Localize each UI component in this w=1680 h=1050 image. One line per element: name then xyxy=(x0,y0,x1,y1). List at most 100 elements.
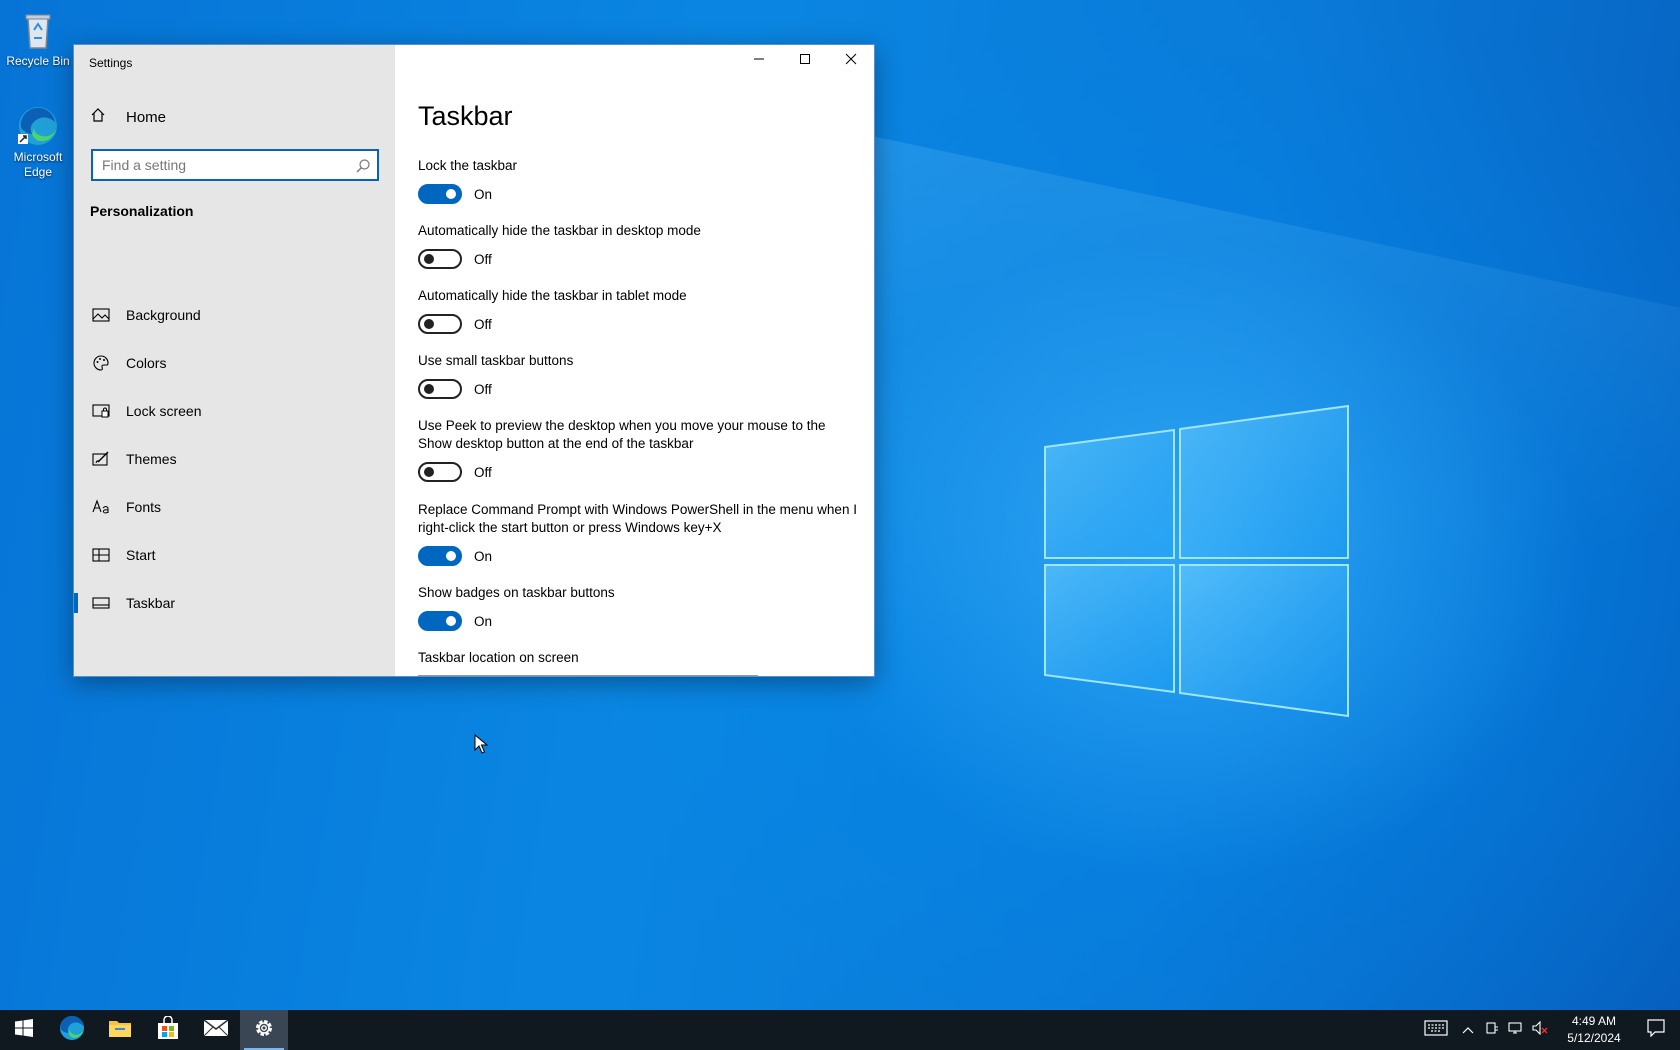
system-tray: 4:49 AM 5/12/2024 xyxy=(1416,1010,1680,1050)
setting-label: Use small taskbar buttons xyxy=(418,353,574,368)
toggle-state: Off xyxy=(474,381,492,397)
toggle-lock-taskbar[interactable] xyxy=(418,184,462,204)
store-icon xyxy=(156,1014,180,1045)
setting-badges: Show badges on taskbar buttons On xyxy=(418,584,858,631)
toggle-small-buttons[interactable] xyxy=(418,379,462,399)
desktop-icon-label: Microsoft Edge xyxy=(13,150,63,179)
nav-item-label: Start xyxy=(126,547,156,563)
start-icon xyxy=(15,1018,33,1042)
desktop-icon-label: Recycle Bin xyxy=(6,54,70,68)
taskbar-file-explorer-button[interactable] xyxy=(96,1010,144,1050)
action-center-button[interactable] xyxy=(1632,1010,1680,1050)
setting-location: Taskbar location on screen xyxy=(418,649,858,667)
taskbar: 4:49 AM 5/12/2024 xyxy=(0,1010,1680,1050)
nav-item-background[interactable]: Background xyxy=(74,291,395,339)
start-button[interactable] xyxy=(0,1010,48,1050)
window-title: Settings xyxy=(89,56,133,70)
toggle-state: On xyxy=(474,186,493,202)
taskbar-store-button[interactable] xyxy=(144,1010,192,1050)
keyboard-icon xyxy=(1424,1019,1448,1041)
setting-label: Lock the taskbar xyxy=(418,158,518,173)
home-link[interactable]: Home xyxy=(90,107,166,127)
notification-icon xyxy=(1647,1018,1665,1042)
toggle-state: On xyxy=(474,548,493,564)
edge-icon xyxy=(16,104,60,148)
settings-sidebar: Settings Home Personalization Background xyxy=(74,45,395,676)
setting-peek: Use Peek to preview the desktop when you… xyxy=(418,417,858,482)
search-box[interactable] xyxy=(91,149,379,181)
edge-icon xyxy=(59,1015,85,1046)
nav-item-label: Colors xyxy=(126,355,167,371)
home-icon xyxy=(90,107,112,127)
taskbar-clock[interactable]: 4:49 AM 5/12/2024 xyxy=(1556,1013,1632,1047)
toggle-powershell[interactable] xyxy=(418,546,462,566)
file-explorer-icon xyxy=(108,1017,132,1044)
page-title: Taskbar xyxy=(418,101,513,131)
taskbar-mail-button[interactable] xyxy=(192,1010,240,1050)
nav-item-lock-screen[interactable]: Lock screen xyxy=(74,387,395,435)
nav-item-themes[interactable]: Themes xyxy=(74,435,395,483)
setting-label: Taskbar location on screen xyxy=(418,650,579,665)
setting-powershell: Replace Command Prompt with Windows Powe… xyxy=(418,501,858,566)
home-label: Home xyxy=(126,108,167,126)
start-icon xyxy=(90,547,112,563)
nav-item-label: Lock screen xyxy=(126,403,202,419)
settings-icon xyxy=(253,1017,275,1044)
touch-keyboard-button[interactable] xyxy=(1416,1010,1456,1050)
toggle-state: Off xyxy=(474,251,492,267)
desktop-icon-edge[interactable]: Microsoft Edge xyxy=(0,104,76,180)
search-input[interactable] xyxy=(102,157,342,173)
setting-label: Use Peek to preview the desktop when you… xyxy=(418,418,826,451)
toggle-badges[interactable] xyxy=(418,611,462,631)
minimize-button[interactable] xyxy=(736,45,782,77)
taskbar-icon xyxy=(90,596,112,610)
lock-screen-icon xyxy=(90,403,112,419)
mail-icon xyxy=(203,1018,229,1043)
volume-button[interactable] xyxy=(1528,1010,1552,1050)
taskbar-settings-button[interactable] xyxy=(240,1010,288,1050)
volume-muted-icon xyxy=(1532,1020,1548,1040)
toggle-peek[interactable] xyxy=(418,462,462,482)
nav-item-label: Fonts xyxy=(126,499,162,515)
tray-device-button[interactable] xyxy=(1480,1010,1504,1050)
toggle-state: On xyxy=(474,613,493,629)
chevron-up-icon xyxy=(1462,1021,1474,1039)
picture-icon xyxy=(90,307,112,323)
close-button[interactable] xyxy=(828,45,874,77)
nav-item-taskbar[interactable]: Taskbar xyxy=(74,579,395,627)
close-icon xyxy=(845,52,857,70)
network-button[interactable] xyxy=(1504,1010,1528,1050)
clock-time: 4:49 AM xyxy=(1571,1014,1617,1028)
palette-icon xyxy=(90,354,112,372)
nav-item-colors[interactable]: Colors xyxy=(74,339,395,387)
setting-autohide-tablet: Automatically hide the taskbar in tablet… xyxy=(418,287,858,334)
toggle-state: Off xyxy=(474,316,492,332)
toggle-autohide-desktop[interactable] xyxy=(418,249,462,269)
device-icon xyxy=(1485,1021,1499,1040)
search-icon[interactable] xyxy=(355,158,371,179)
setting-lock-taskbar: Lock the taskbar On xyxy=(418,157,858,204)
show-hidden-icons-button[interactable] xyxy=(1456,1010,1480,1050)
nav-item-fonts[interactable]: Fonts xyxy=(74,483,395,531)
taskbar-edge-button[interactable] xyxy=(48,1010,96,1050)
toggle-state: Off xyxy=(474,464,492,480)
settings-window: Settings Home Personalization Background xyxy=(73,44,875,677)
mouse-cursor-icon xyxy=(474,734,488,754)
setting-autohide-desktop: Automatically hide the taskbar in deskto… xyxy=(418,222,858,269)
fonts-icon xyxy=(90,499,112,515)
minimize-icon xyxy=(753,52,765,70)
settings-nav: Background Colors Lock screen Themes Fon… xyxy=(74,291,395,627)
themes-icon xyxy=(90,451,112,467)
nav-item-start[interactable]: Start xyxy=(74,531,395,579)
maximize-icon xyxy=(799,52,811,70)
section-title: Personalization xyxy=(90,203,194,219)
nav-item-label: Themes xyxy=(126,451,177,467)
maximize-button[interactable] xyxy=(782,45,828,77)
toggle-autohide-tablet[interactable] xyxy=(418,314,462,334)
taskbar-location-dropdown[interactable] xyxy=(418,675,758,676)
nav-item-label: Taskbar xyxy=(126,595,176,611)
nav-item-label: Background xyxy=(126,307,201,323)
setting-label: Automatically hide the taskbar in tablet… xyxy=(418,288,687,303)
desktop-icon-recycle-bin[interactable]: Recycle Bin xyxy=(0,8,76,69)
setting-small-buttons: Use small taskbar buttons Off xyxy=(418,352,858,399)
